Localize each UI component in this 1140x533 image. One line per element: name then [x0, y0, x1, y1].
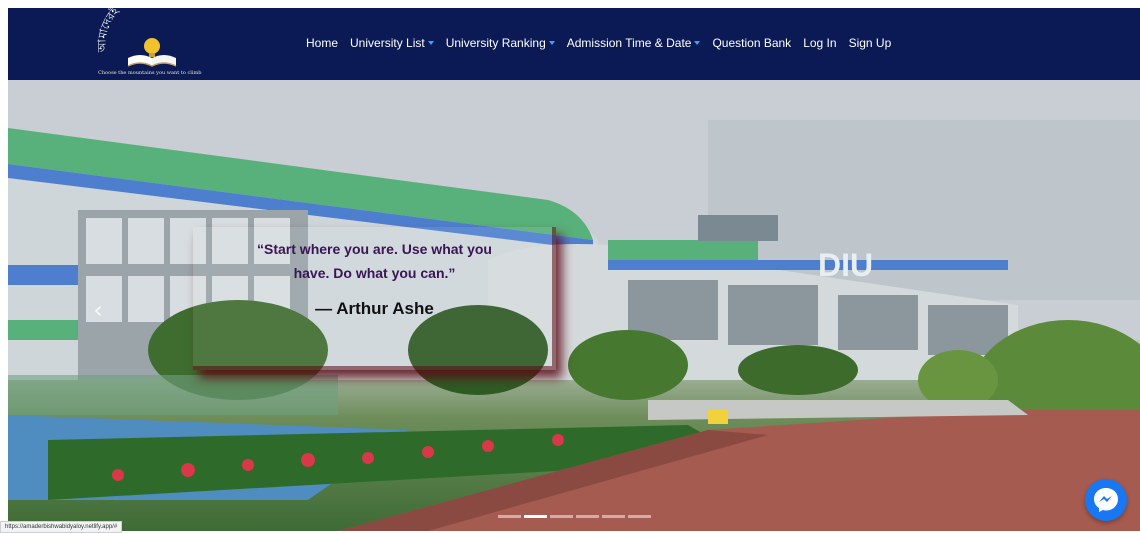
carousel-indicator[interactable] [628, 515, 651, 518]
main-nav-menu: Home University List University Ranking … [306, 36, 891, 50]
messenger-icon [1094, 488, 1118, 512]
status-bar-url: https://amaderbishwabidyaloy.netlify.app… [0, 521, 123, 533]
nav-admission-time-date[interactable]: Admission Time & Date [567, 36, 701, 50]
hero-carousel: DIU “Start where you are. Use what you h… [8, 80, 1140, 531]
nav-admission-label: Admission Time & Date [566, 36, 692, 50]
quote-author: — Arthur Ashe [315, 299, 434, 318]
nav-log-in[interactable]: Log In [803, 36, 836, 50]
caret-down-icon [548, 41, 555, 45]
nav-sign-up-label: Sign Up [848, 36, 892, 50]
logo-arc-text: আমাদেরই বিশ্ববিদ্যালয় [95, 0, 173, 53]
carousel-indicator[interactable] [576, 515, 599, 518]
nav-question-bank[interactable]: Question Bank [712, 36, 791, 50]
nav-university-ranking[interactable]: University Ranking [446, 36, 555, 50]
nav-university-ranking-label: University Ranking [445, 36, 546, 50]
campus-photo: DIU [8, 80, 1140, 531]
caret-down-icon [427, 41, 434, 45]
nav-home[interactable]: Home [306, 36, 338, 50]
carousel-indicator[interactable] [498, 515, 521, 518]
svg-text:আমাদেরই বিশ্ববিদ্যালয়: আমাদেরই বিশ্ববিদ্যালয় [95, 8, 173, 53]
nav-question-bank-label: Question Bank [712, 36, 792, 50]
nav-sign-up[interactable]: Sign Up [849, 36, 892, 50]
site-logo[interactable]: আমাদেরই বিশ্ববিদ্যালয় Choose the mounta… [88, 0, 218, 80]
building-sign-text: DIU [818, 247, 873, 283]
caret-down-icon [694, 41, 701, 45]
carousel-indicator[interactable] [550, 515, 573, 518]
chevron-left-icon[interactable]: ‹ [88, 298, 108, 322]
nav-university-list-label: University List [350, 36, 425, 50]
nav-log-in-label: Log In [803, 36, 837, 50]
nav-home-label: Home [306, 36, 339, 50]
carousel-indicators [498, 515, 651, 518]
carousel-indicator[interactable] [602, 515, 625, 518]
nav-university-list[interactable]: University List [350, 36, 434, 50]
carousel-indicator-active[interactable] [524, 515, 547, 518]
top-navbar: আমাদেরই বিশ্ববিদ্যালয় Choose the mounta… [8, 0, 1140, 80]
messenger-chat-button[interactable] [1085, 479, 1127, 521]
quote-text: “Start where you are. Use what you have.… [257, 241, 492, 281]
quote-card: “Start where you are. Use what you have.… [193, 227, 556, 370]
logo-tagline: Choose the mountains you want to climb [98, 70, 202, 76]
